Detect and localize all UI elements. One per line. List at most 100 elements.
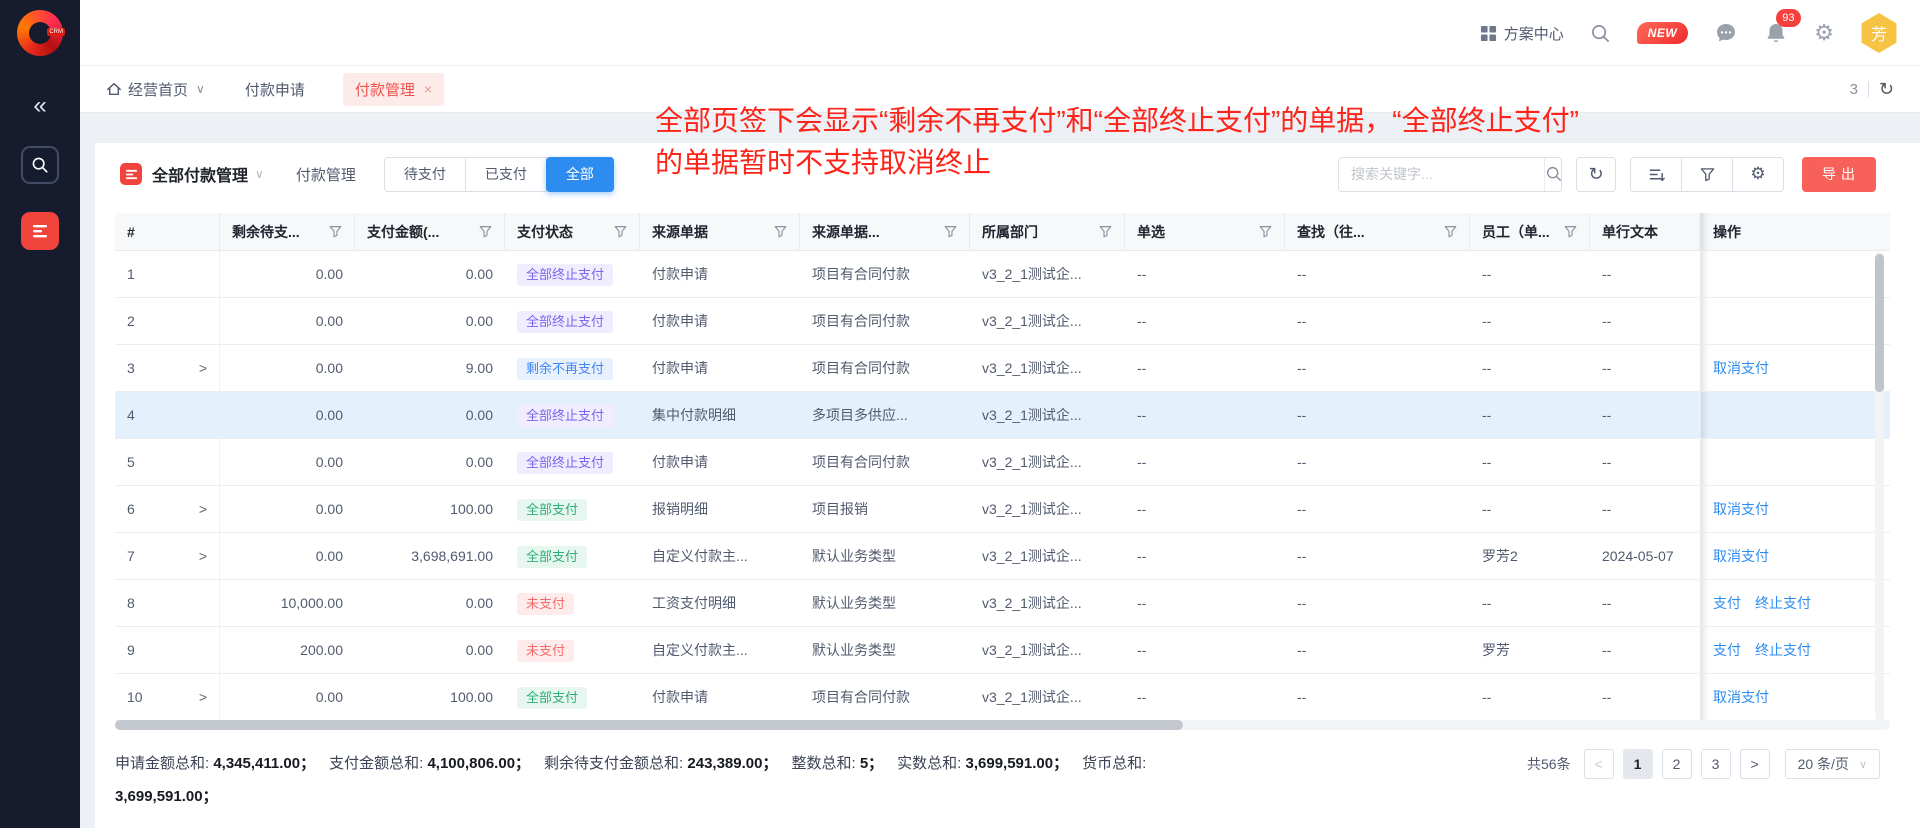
cell-source_type: 项目有合同付款 bbox=[800, 298, 970, 344]
home-breadcrumb-label: 经营首页 bbox=[128, 79, 188, 100]
column-filter-icon[interactable] bbox=[614, 225, 627, 238]
column-filter-icon[interactable] bbox=[479, 225, 492, 238]
status-badge: 全部支付 bbox=[517, 546, 587, 568]
search-submit-button[interactable] bbox=[1544, 158, 1563, 191]
action-link-取消支付[interactable]: 取消支付 bbox=[1713, 689, 1769, 705]
sidebar-search-button[interactable] bbox=[21, 146, 59, 184]
action-link-终止支付[interactable]: 终止支付 bbox=[1755, 595, 1811, 611]
sort-button[interactable] bbox=[1630, 157, 1682, 192]
cell-remain: 0.00 bbox=[220, 533, 355, 579]
horizontal-scrollbar-thumb[interactable] bbox=[115, 720, 1183, 730]
action-link-支付[interactable]: 支付 bbox=[1713, 595, 1741, 611]
segment-待支付[interactable]: 待支付 bbox=[384, 157, 466, 192]
page-tabs-bar: 经营首页 ∨ 付款申请付款管理× 3 ↻ bbox=[80, 66, 1920, 113]
cell-employee: -- bbox=[1470, 392, 1590, 438]
cell-num: 8 bbox=[115, 580, 220, 626]
page-button-1[interactable]: 1 bbox=[1623, 749, 1653, 779]
expand-row-icon[interactable]: > bbox=[199, 674, 207, 720]
column-settings-button[interactable]: ⚙ bbox=[1732, 157, 1784, 192]
cell-employee: -- bbox=[1470, 298, 1590, 344]
search-input[interactable] bbox=[1339, 166, 1544, 182]
summary-value: 5； bbox=[860, 755, 883, 772]
refresh-table-button[interactable]: ↻ bbox=[1576, 157, 1616, 192]
cell-ops bbox=[1700, 392, 1890, 438]
next-page-button[interactable]: > bbox=[1740, 749, 1770, 779]
cell-amount: 0.00 bbox=[355, 627, 505, 673]
cell-amount: 0.00 bbox=[355, 439, 505, 485]
table-row: 3>0.009.00剩余不再支付付款申请项目有合同付款v3_2_1测试企...-… bbox=[115, 345, 1890, 392]
summary-value: 3,699,591.00； bbox=[966, 755, 1069, 772]
app-logo[interactable]: CRM bbox=[17, 10, 63, 56]
close-tab-icon[interactable]: × bbox=[424, 81, 432, 97]
sidebar-collapse-icon[interactable]: « bbox=[33, 94, 46, 118]
action-link-取消支付[interactable]: 取消支付 bbox=[1713, 360, 1769, 376]
cell-ops bbox=[1700, 439, 1890, 485]
column-label: 剩余待支... bbox=[232, 222, 300, 242]
workspace: 全部付款管理 ∨ 付款管理 待支付已支付全部 ↻ bbox=[80, 113, 1920, 828]
page-button-2[interactable]: 2 bbox=[1662, 749, 1692, 779]
content-card: 全部付款管理 ∨ 付款管理 待支付已支付全部 ↻ bbox=[95, 143, 1920, 828]
action-link-取消支付[interactable]: 取消支付 bbox=[1713, 548, 1769, 564]
vertical-scrollbar-thumb[interactable] bbox=[1875, 254, 1884, 392]
global-search-icon[interactable] bbox=[1590, 23, 1611, 44]
refresh-page-icon[interactable]: ↻ bbox=[1879, 79, 1894, 100]
solution-center-label: 方案中心 bbox=[1504, 23, 1564, 44]
expand-row-icon[interactable]: > bbox=[199, 345, 207, 391]
expand-row-icon[interactable]: > bbox=[199, 533, 207, 579]
segment-已支付[interactable]: 已支付 bbox=[465, 157, 547, 192]
tab-付款管理[interactable]: 付款管理× bbox=[343, 73, 444, 106]
cell-radio: -- bbox=[1125, 392, 1285, 438]
column-filter-icon[interactable] bbox=[1099, 225, 1112, 238]
export-button[interactable]: 导出 bbox=[1802, 157, 1876, 192]
cell-text: -- bbox=[1590, 392, 1700, 438]
cell-radio: -- bbox=[1125, 251, 1285, 297]
column-filter-icon[interactable] bbox=[1444, 225, 1457, 238]
column-filter-icon[interactable] bbox=[329, 225, 342, 238]
cell-amount: 0.00 bbox=[355, 392, 505, 438]
table-search-box bbox=[1338, 157, 1562, 192]
cell-amount: 0.00 bbox=[355, 298, 505, 344]
search-icon bbox=[31, 156, 49, 174]
cell-source_type: 项目有合同付款 bbox=[800, 251, 970, 297]
cell-num: 1 bbox=[115, 251, 220, 297]
expand-row-icon[interactable]: > bbox=[199, 486, 207, 532]
solution-center-button[interactable]: 方案中心 bbox=[1480, 23, 1564, 44]
cell-num: 9 bbox=[115, 627, 220, 673]
column-filter-icon[interactable] bbox=[944, 225, 957, 238]
column-filter-icon[interactable] bbox=[1259, 225, 1272, 238]
page-size-select[interactable]: 20 条/页 ∨ bbox=[1785, 749, 1880, 779]
cell-source: 自定义付款主... bbox=[640, 533, 800, 579]
filter-button[interactable] bbox=[1681, 157, 1733, 192]
vertical-scrollbar[interactable] bbox=[1875, 252, 1884, 721]
divider bbox=[1868, 81, 1869, 97]
segment-全部[interactable]: 全部 bbox=[546, 157, 614, 192]
action-link-终止支付[interactable]: 终止支付 bbox=[1755, 642, 1811, 658]
status-badge: 未支付 bbox=[517, 593, 574, 615]
action-link-取消支付[interactable]: 取消支付 bbox=[1713, 501, 1769, 517]
prev-page-button[interactable]: < bbox=[1584, 749, 1614, 779]
column-filter-icon[interactable] bbox=[1564, 225, 1577, 238]
sidebar-payment-app-button[interactable] bbox=[21, 212, 59, 250]
page-button-3[interactable]: 3 bbox=[1701, 749, 1731, 779]
module-tab-payment-management[interactable]: 付款管理 bbox=[296, 164, 356, 185]
cell-text: -- bbox=[1590, 674, 1700, 720]
column-header-amount: 支付金额(... bbox=[355, 213, 505, 250]
action-link-支付[interactable]: 支付 bbox=[1713, 642, 1741, 658]
notifications-button[interactable]: 93 bbox=[1764, 21, 1788, 45]
column-filter-icon[interactable] bbox=[774, 225, 787, 238]
cell-text: -- bbox=[1590, 627, 1700, 673]
user-avatar[interactable]: 芳 bbox=[1860, 13, 1898, 53]
table-row: 6>0.00100.00全部支付报销明细项目报销v3_2_1测试企...----… bbox=[115, 486, 1890, 533]
new-badge[interactable]: NEW bbox=[1637, 22, 1689, 44]
row-number: 10 bbox=[127, 674, 143, 720]
view-caret-icon[interactable]: ∨ bbox=[255, 167, 264, 181]
cell-radio: -- bbox=[1125, 627, 1285, 673]
home-breadcrumb[interactable]: 经营首页 ∨ bbox=[106, 79, 205, 100]
cell-radio: -- bbox=[1125, 674, 1285, 720]
tab-付款申请[interactable]: 付款申请 bbox=[245, 79, 305, 100]
view-title[interactable]: 全部付款管理 bbox=[152, 162, 248, 186]
horizontal-scrollbar[interactable] bbox=[115, 720, 1890, 730]
messages-icon[interactable] bbox=[1714, 21, 1738, 45]
settings-gear-icon[interactable]: ⚙ bbox=[1814, 20, 1834, 46]
total-records-label: 共56条 bbox=[1527, 754, 1571, 774]
